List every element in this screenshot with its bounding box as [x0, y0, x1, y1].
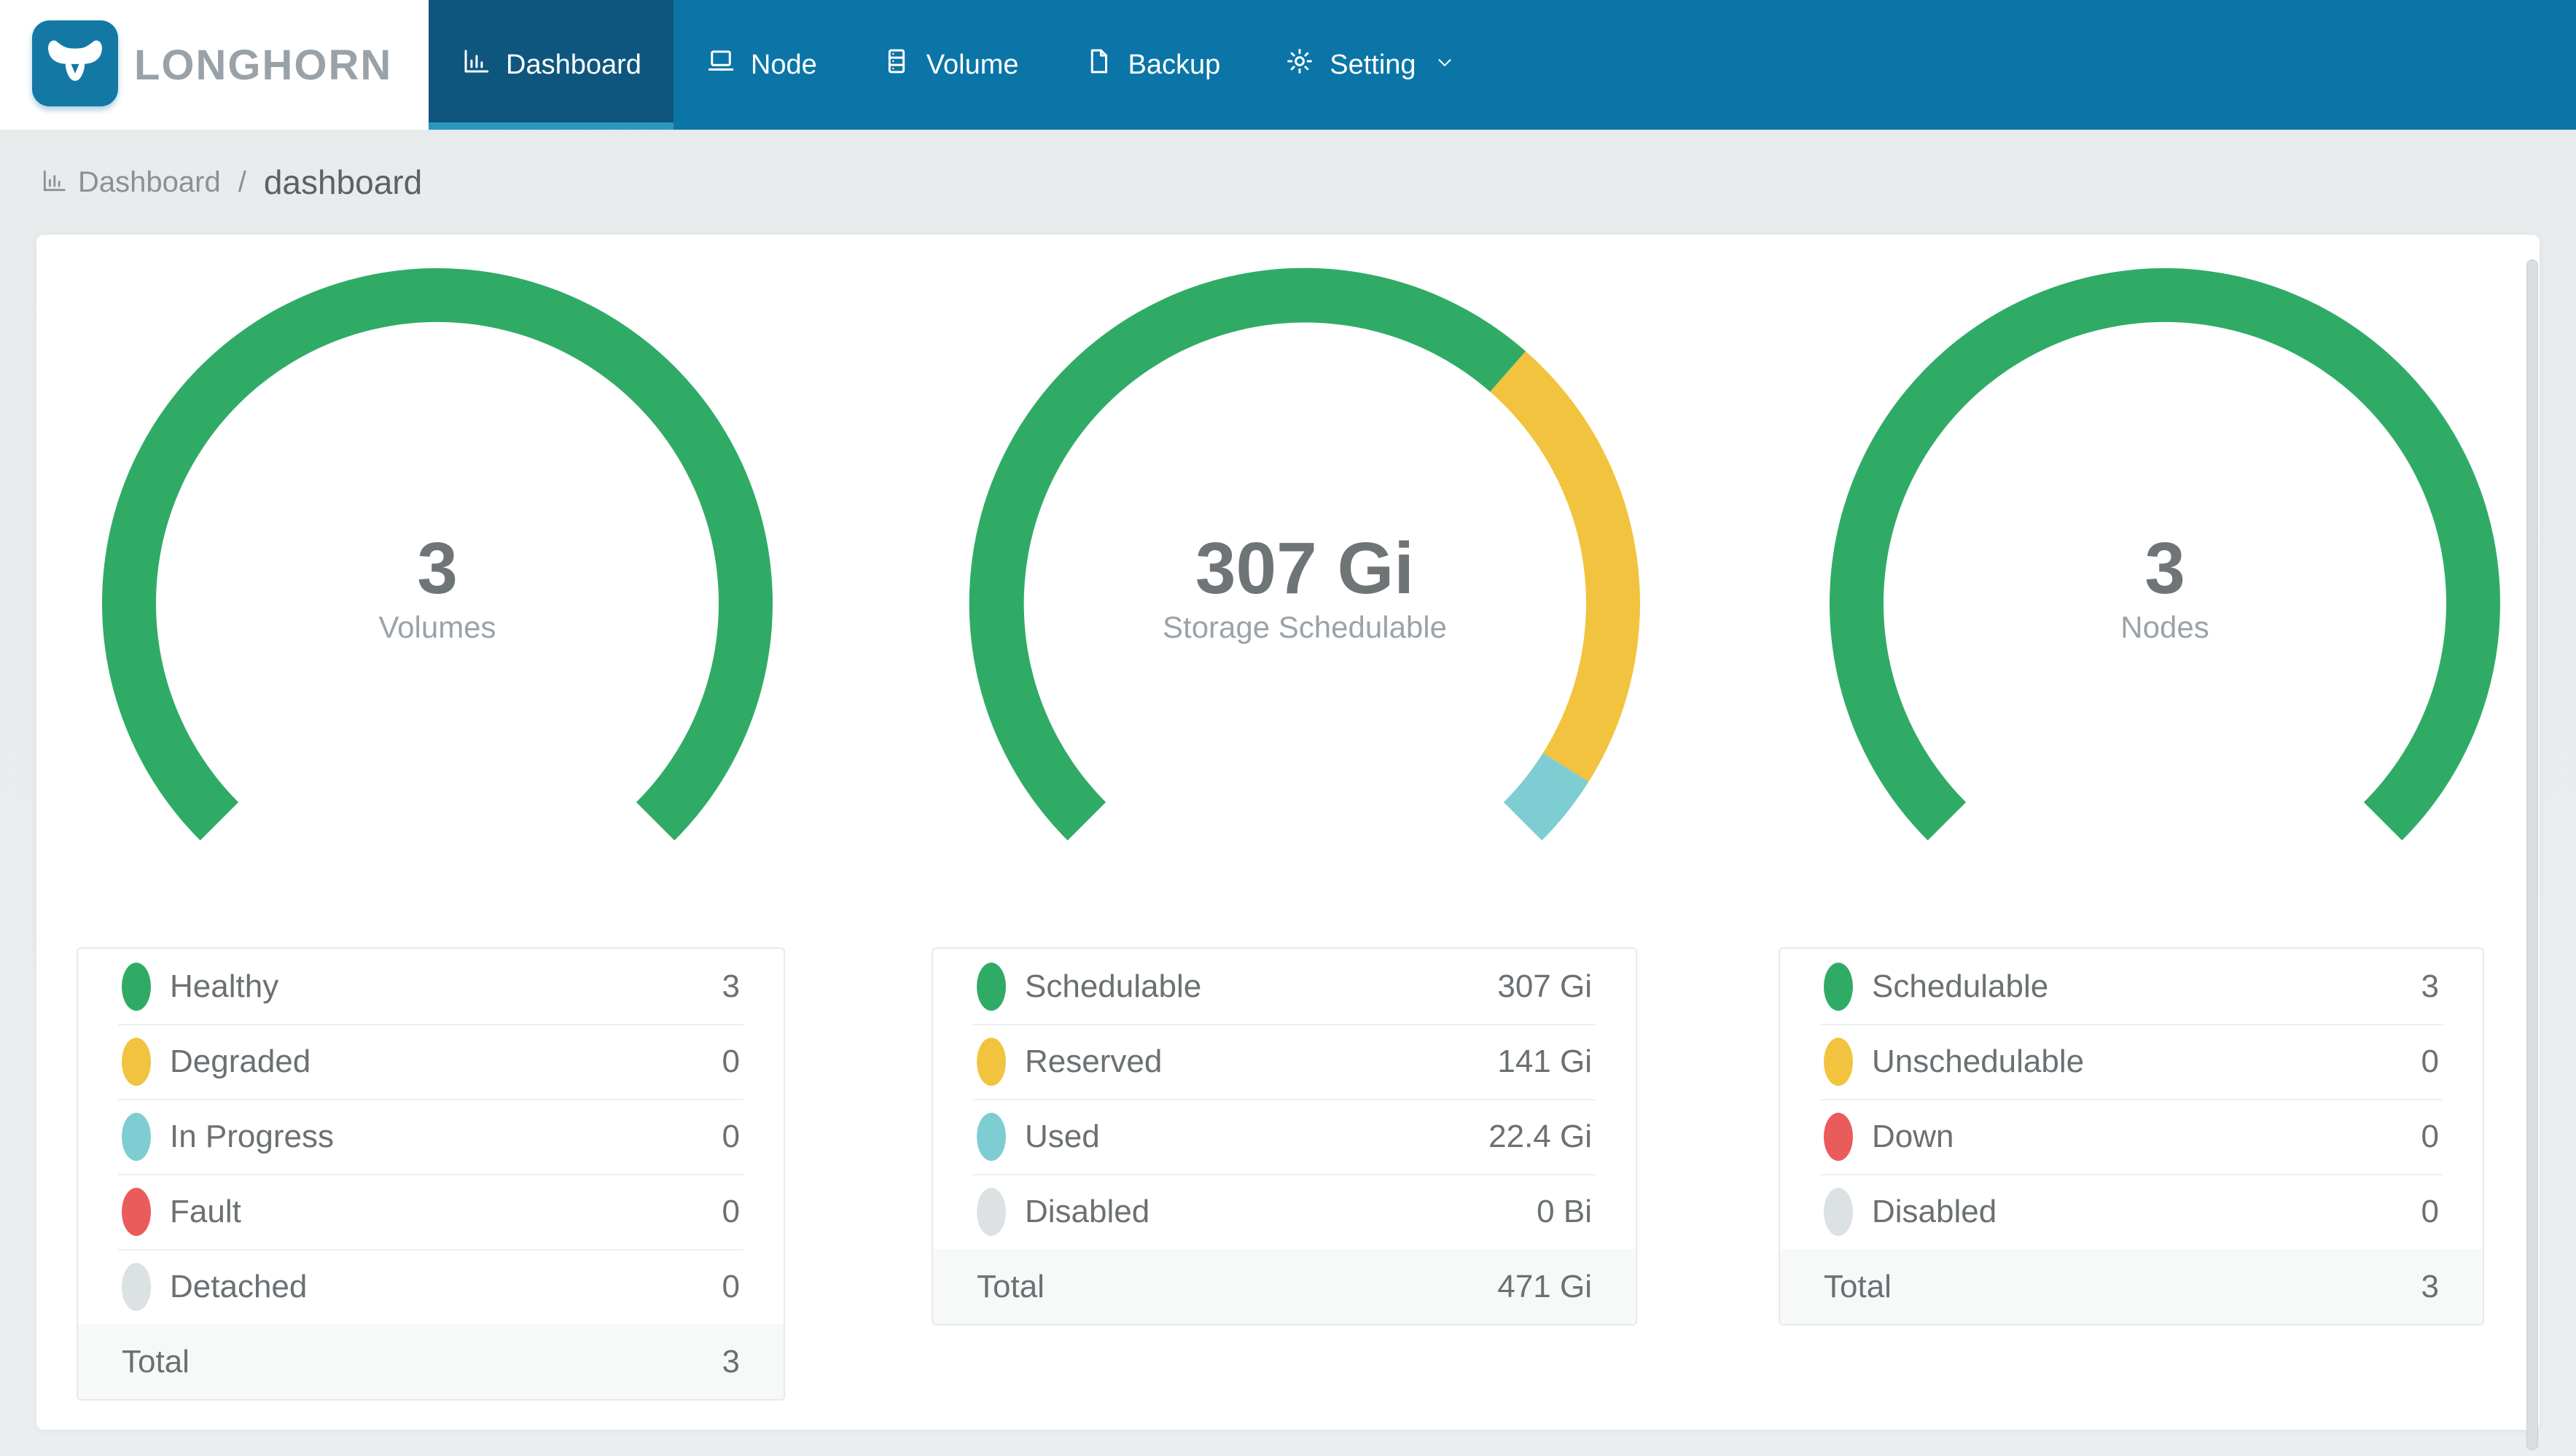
nav-item-backup[interactable]: Backup: [1051, 0, 1253, 130]
reserved-status-dot: [977, 1037, 1006, 1086]
breadcrumb: Dashboard / dashboard: [40, 130, 422, 235]
table-row: Degraded 0: [78, 1024, 784, 1099]
total-row: Total 471 Gi: [933, 1249, 1636, 1324]
schedulable-status-dot: [977, 962, 1006, 1011]
dashboard-icon: [461, 46, 491, 84]
table-row: Healthy 3: [78, 949, 784, 1024]
nav-label: Volume: [926, 49, 1019, 80]
disabled-status-dot: [1824, 1187, 1853, 1236]
nav-label: Setting: [1330, 49, 1416, 80]
disabled-status-dot: [977, 1187, 1006, 1236]
schedulable-status-dot: [1824, 962, 1853, 1011]
volumes-legend-table: Healthy 3 Degraded 0 In Progress 0 Fault…: [77, 947, 785, 1401]
nodes-gauge-chart: [1830, 268, 2500, 841]
volume-icon: [881, 46, 912, 84]
bull-icon: [42, 28, 109, 99]
used-status-dot: [977, 1112, 1006, 1161]
nav-item-dashboard[interactable]: Dashboard: [429, 0, 674, 130]
down-status-dot: [1824, 1112, 1853, 1161]
chevron-down-icon: [1431, 50, 1456, 81]
longhorn-dashboard-page: LONGHORN Dashboard Node Volume Backup Se…: [0, 0, 2576, 1456]
table-row: In Progress 0: [78, 1099, 784, 1174]
unschedulable-status-dot: [1824, 1037, 1853, 1086]
storage-legend-table: Schedulable 307 Gi Reserved 141 Gi Used …: [932, 947, 1637, 1326]
longhorn-logo[interactable]: [32, 20, 118, 106]
breadcrumb-chart-icon: [40, 167, 68, 198]
inprogress-status-dot: [122, 1112, 151, 1161]
dashboard-card: 3 Volumes 307 Gi Storage Schedulable 3 N…: [36, 235, 2540, 1430]
nav-item-volume[interactable]: Volume: [849, 0, 1051, 130]
degraded-status-dot: [122, 1037, 151, 1086]
total-row: Total 3: [78, 1324, 784, 1399]
detached-status-dot: [122, 1262, 151, 1311]
nav-item-node[interactable]: Node: [674, 0, 849, 130]
table-row: Fault 0: [78, 1174, 784, 1249]
healthy-status-dot: [122, 962, 151, 1011]
node-icon: [706, 46, 736, 84]
nav-item-setting[interactable]: Setting: [1252, 0, 1487, 130]
table-row: Unschedulable 0: [1780, 1024, 2483, 1099]
top-navigation-bar: LONGHORN Dashboard Node Volume Backup Se…: [0, 0, 2576, 130]
table-row: Schedulable 307 Gi: [933, 949, 1636, 1024]
breadcrumb-separator: /: [238, 165, 246, 198]
table-row: Used 22.4 Gi: [933, 1099, 1636, 1174]
breadcrumb-current-page: dashboard: [263, 163, 423, 201]
fault-status-dot: [122, 1187, 151, 1236]
breadcrumb-section-link[interactable]: Dashboard: [78, 166, 221, 199]
gear-icon: [1284, 46, 1315, 84]
nodes-legend-table: Schedulable 3 Unschedulable 0 Down 0 Dis…: [1779, 947, 2484, 1326]
volumes-gauge-chart: [101, 268, 773, 841]
table-row: Detached 0: [78, 1249, 784, 1324]
total-row: Total 3: [1780, 1249, 2483, 1324]
table-row: Disabled 0 Bi: [933, 1174, 1636, 1249]
nav-label: Dashboard: [506, 49, 641, 80]
brand-area: LONGHORN: [0, 0, 429, 130]
nav-label: Node: [750, 49, 817, 80]
main-nav: Dashboard Node Volume Backup Setting: [429, 0, 1488, 130]
brand-name: LONGHORN: [134, 41, 393, 89]
nav-label: Backup: [1128, 49, 1221, 80]
table-row: Reserved 141 Gi: [933, 1024, 1636, 1099]
backup-icon: [1083, 46, 1114, 84]
table-row: Disabled 0: [1780, 1174, 2483, 1249]
table-row: Down 0: [1780, 1099, 2483, 1174]
table-row: Schedulable 3: [1780, 949, 2483, 1024]
vertical-scrollbar[interactable]: [2526, 259, 2538, 1450]
storage-gauge-chart: [969, 267, 1640, 841]
